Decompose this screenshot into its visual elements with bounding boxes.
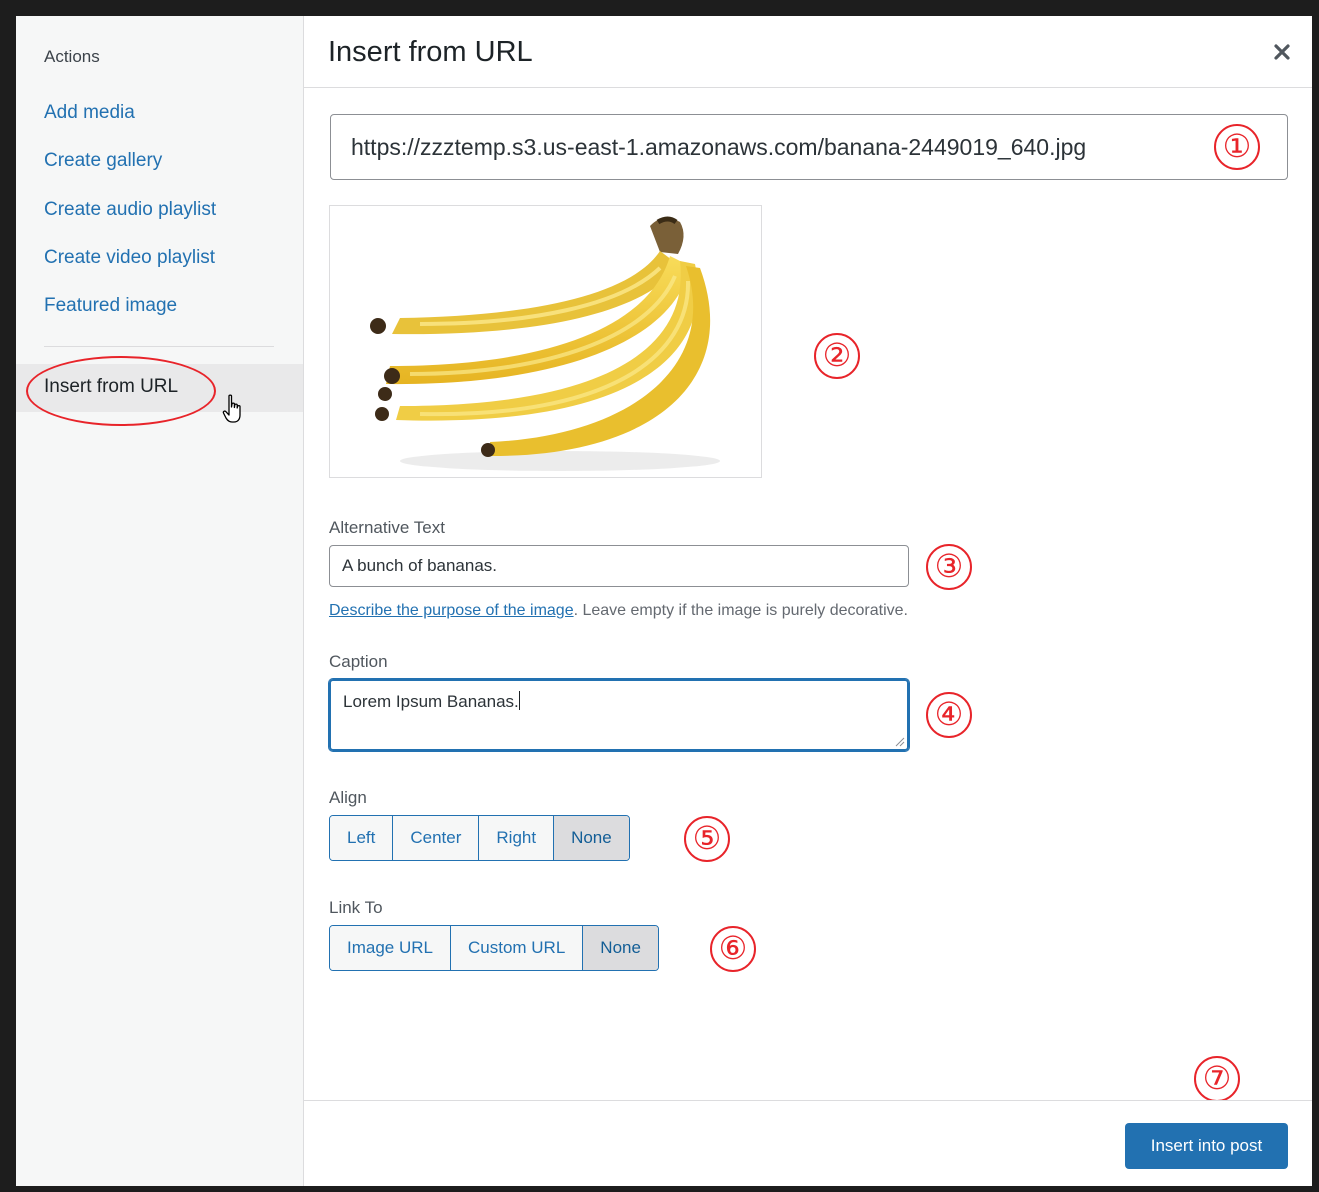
sidebar-divider bbox=[44, 346, 274, 347]
annotation-marker-6: ⑥ bbox=[710, 926, 756, 972]
link-custom-url-button[interactable]: Custom URL bbox=[450, 926, 584, 970]
align-left-button[interactable]: Left bbox=[330, 816, 394, 860]
align-right-button[interactable]: Right bbox=[479, 816, 555, 860]
sidebar-item-create-gallery[interactable]: Create gallery bbox=[44, 150, 162, 172]
text-caret bbox=[518, 691, 520, 710]
caption-textarea[interactable]: Lorem Ipsum Bananas. bbox=[329, 679, 909, 751]
alt-text-label: Alternative Text bbox=[329, 518, 445, 537]
resize-handle-icon[interactable] bbox=[895, 737, 905, 747]
link-image-url-button[interactable]: Image URL bbox=[330, 926, 451, 970]
image-preview bbox=[329, 205, 762, 478]
align-none-button[interactable]: None bbox=[554, 816, 629, 860]
close-icon[interactable] bbox=[1270, 40, 1294, 64]
insert-into-post-button[interactable]: Insert into post bbox=[1125, 1123, 1288, 1169]
page-title: Insert from URL bbox=[328, 36, 533, 68]
sidebar-heading: Actions bbox=[44, 47, 100, 66]
annotation-marker-1: ① bbox=[1214, 124, 1260, 170]
embed-url-panel: https://zzztemp.s3.us-east-1.amazonaws.c… bbox=[304, 88, 1312, 1102]
url-input[interactable]: https://zzztemp.s3.us-east-1.amazonaws.c… bbox=[330, 114, 1288, 180]
hand-pointer-icon bbox=[222, 394, 241, 423]
banana-image bbox=[370, 216, 720, 471]
alt-text-input[interactable]: A bunch of bananas. bbox=[329, 545, 909, 587]
link-none-button[interactable]: None bbox=[583, 926, 658, 970]
annotation-marker-4: ④ bbox=[926, 692, 972, 738]
annotation-marker-3: ③ bbox=[926, 544, 972, 590]
annotation-oval bbox=[26, 356, 216, 426]
alt-text-help-text: . Leave empty if the image is purely dec… bbox=[573, 602, 908, 619]
media-sidebar: Actions Add media Create gallery Create … bbox=[16, 16, 304, 1186]
media-modal: Actions Add media Create gallery Create … bbox=[16, 16, 1312, 1186]
alt-text-help: Describe the purpose of the image. Leave… bbox=[329, 602, 908, 620]
sidebar-item-featured-image[interactable]: Featured image bbox=[44, 295, 177, 317]
modal-header: Insert from URL bbox=[304, 16, 1312, 88]
sidebar-item-add-media[interactable]: Add media bbox=[44, 102, 135, 124]
link-to-label: Link To bbox=[329, 898, 383, 917]
annotation-marker-5: ⑤ bbox=[684, 816, 730, 862]
sidebar-item-create-audio-playlist[interactable]: Create audio playlist bbox=[44, 199, 216, 221]
align-center-button[interactable]: Center bbox=[393, 816, 480, 860]
caption-value: Lorem Ipsum Bananas. bbox=[343, 692, 519, 711]
caption-label: Caption bbox=[329, 652, 388, 671]
alt-text-help-link[interactable]: Describe the purpose of the image bbox=[329, 602, 574, 619]
align-button-group: Left Center Right None bbox=[329, 815, 630, 861]
link-to-button-group: Image URL Custom URL None bbox=[329, 925, 659, 971]
modal-footer: Insert into post bbox=[304, 1100, 1312, 1186]
annotation-marker-7: ⑦ bbox=[1194, 1056, 1240, 1102]
align-label: Align bbox=[329, 788, 367, 807]
sidebar-item-create-video-playlist[interactable]: Create video playlist bbox=[44, 247, 215, 269]
annotation-marker-2: ② bbox=[814, 333, 860, 379]
